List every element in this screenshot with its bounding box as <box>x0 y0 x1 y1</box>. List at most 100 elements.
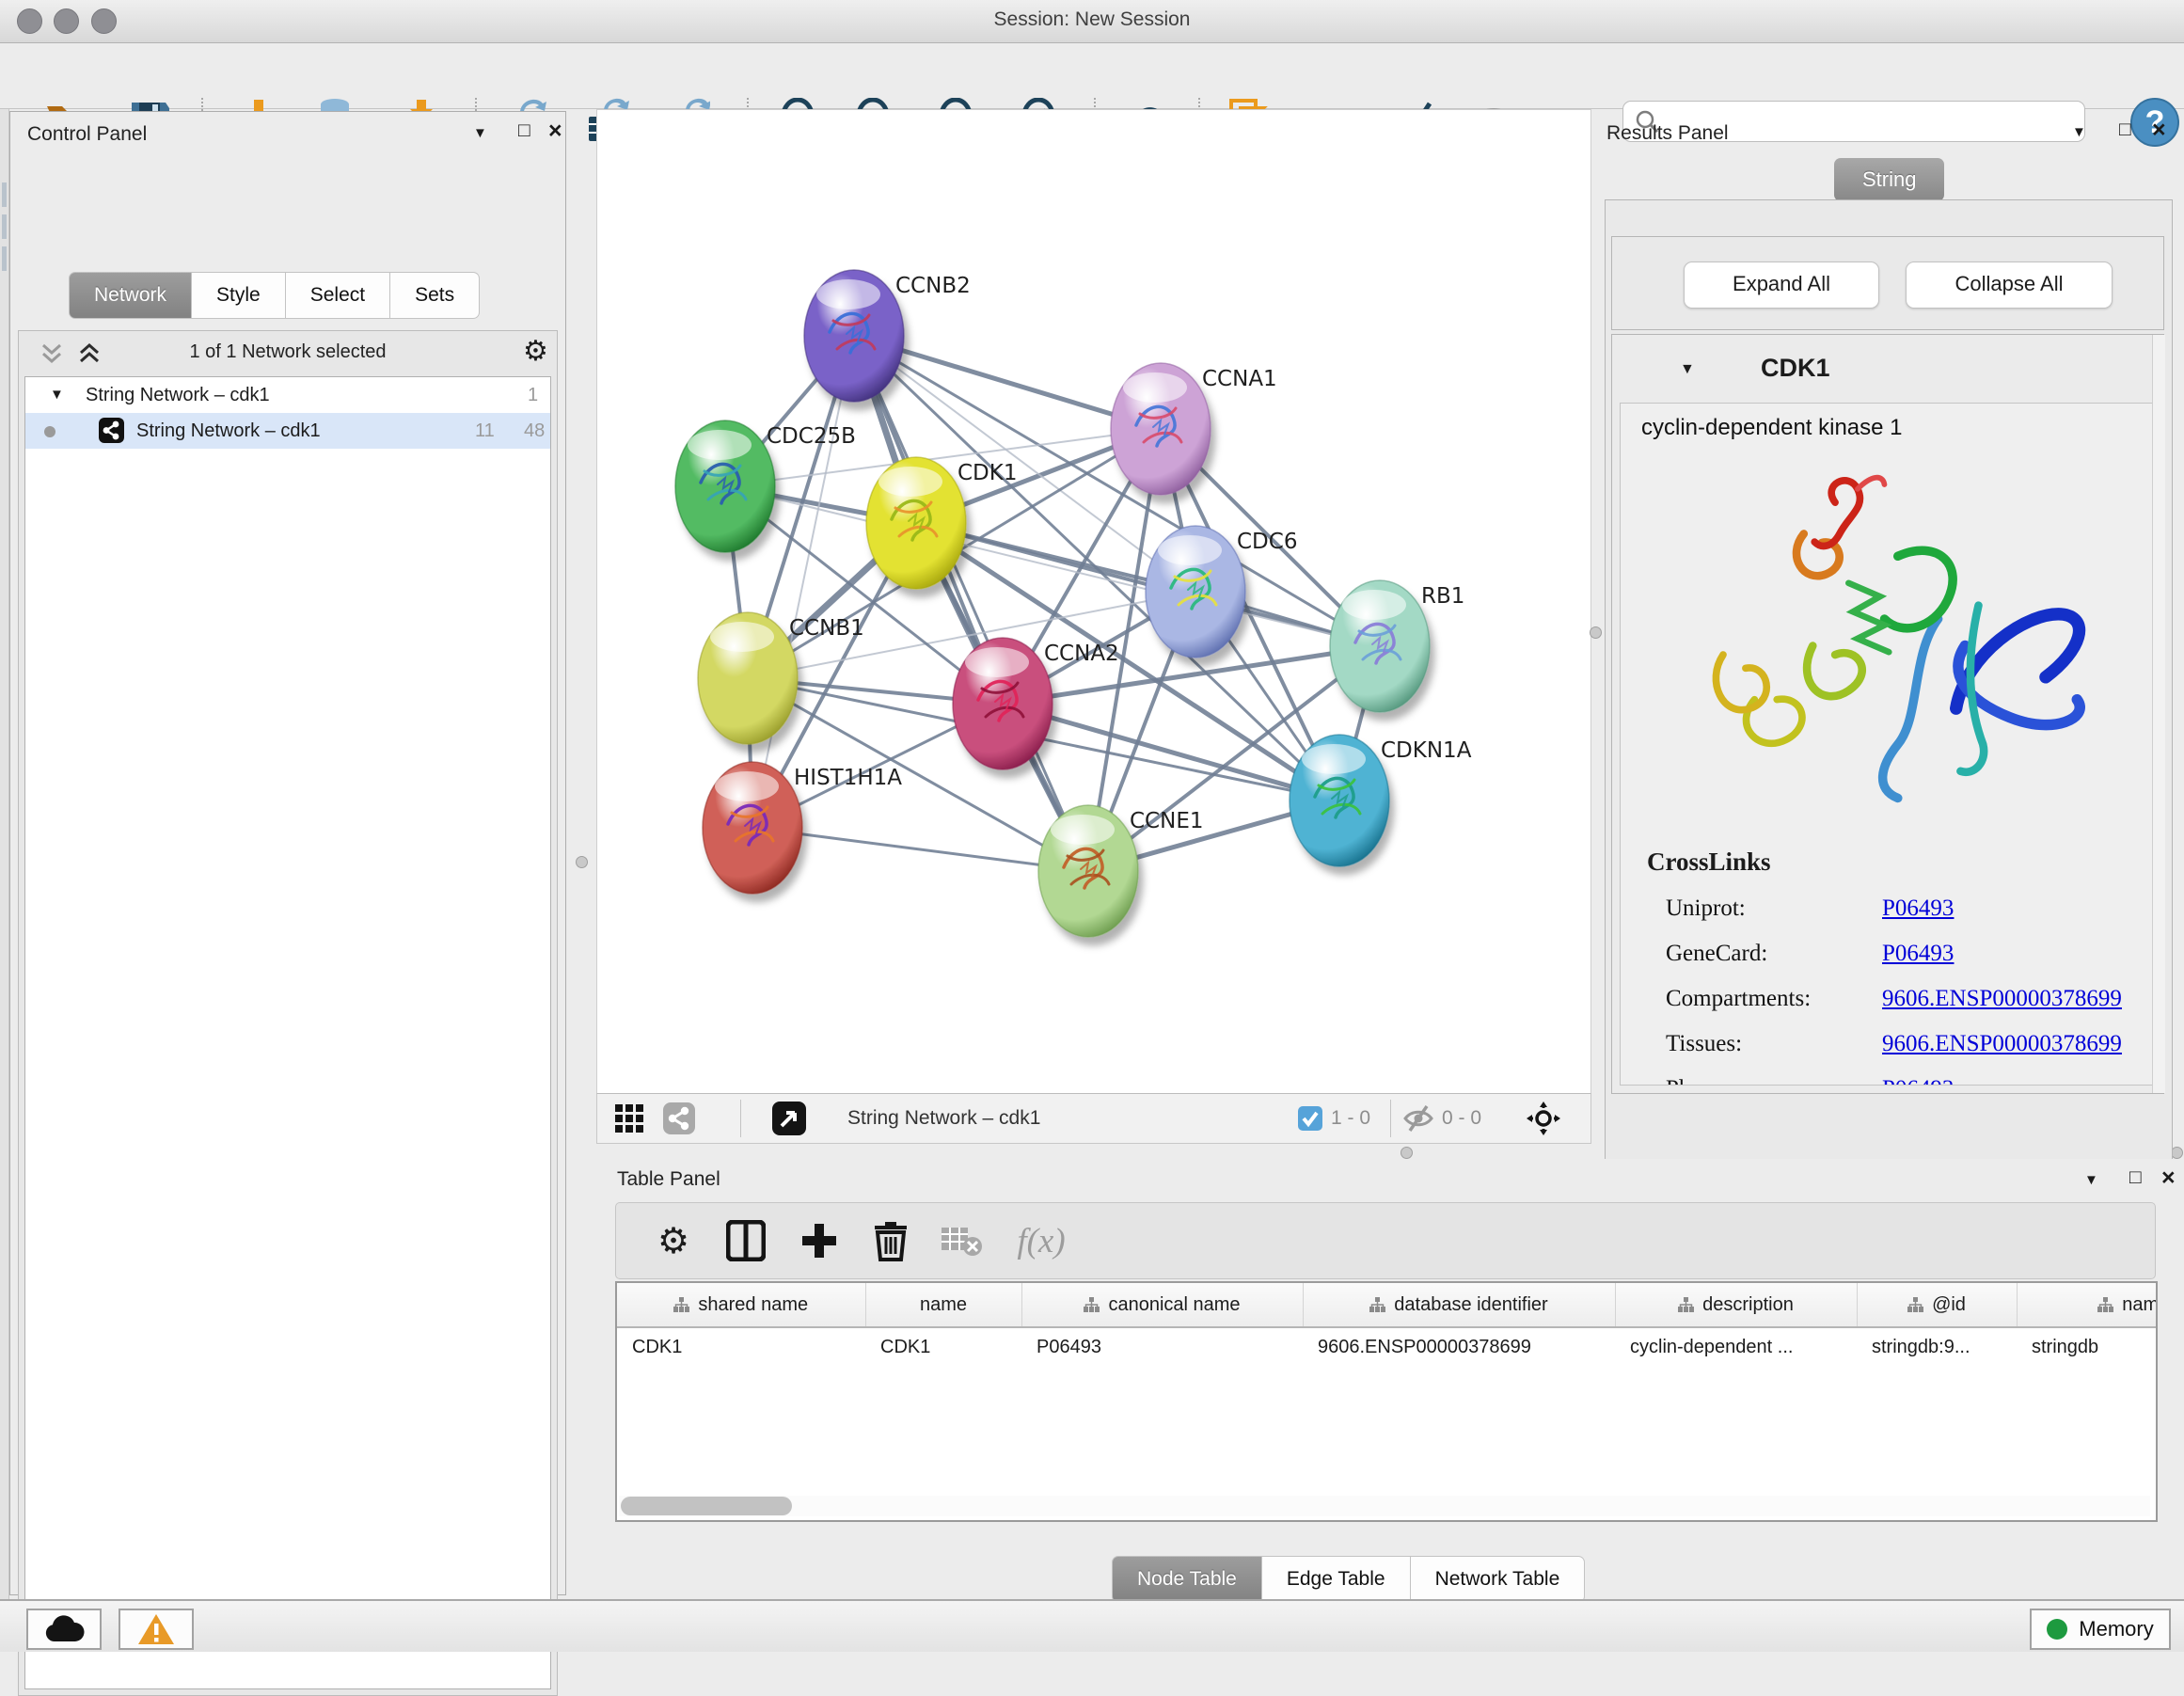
panel-menu-icon[interactable]: ▼ <box>2072 124 2086 140</box>
create-column-button[interactable] <box>791 1203 847 1278</box>
network-node-cdkn1a[interactable] <box>1290 735 1389 866</box>
network-node-hist1h1a[interactable] <box>703 762 802 894</box>
pan-tool-button[interactable] <box>1525 1094 1562 1143</box>
table-row[interactable]: CDK1CDK1P064939606.ENSP00000378699cyclin… <box>617 1327 2158 1366</box>
network-edge[interactable] <box>752 336 854 828</box>
tab-string[interactable]: String <box>1834 158 1944 201</box>
node-label-rb1: RB1 <box>1421 584 1464 609</box>
network-mode-button[interactable] <box>663 1094 695 1143</box>
table-cell[interactable]: CDK1 <box>865 1327 1021 1366</box>
panel-float-icon[interactable]: □ <box>2119 119 2131 141</box>
tab-network[interactable]: Network <box>69 272 192 319</box>
tab-style[interactable]: Style <box>192 272 286 319</box>
grid-mode-button[interactable] <box>614 1094 644 1143</box>
crosslink-label: Tissues: <box>1621 1031 1882 1057</box>
hidden-counts: 0 - 0 <box>1442 1107 1481 1130</box>
table-cell[interactable]: P06493 <box>1021 1327 1303 1366</box>
node-label-hist1h1a: HIST1H1A <box>794 766 902 790</box>
panel-menu-icon[interactable]: ▼ <box>2084 1172 2098 1188</box>
crosslink-link[interactable]: 9606.ENSP00000378699 <box>1882 1031 2122 1056</box>
table-cell[interactable]: stringdb <box>2017 1327 2158 1366</box>
warning-icon <box>137 1613 175 1645</box>
delete-table-button[interactable] <box>934 1203 990 1278</box>
gene-expander-icon[interactable]: ▼ <box>1680 361 1695 378</box>
network-node-ccne1[interactable] <box>1038 805 1138 937</box>
tree-expander-icon[interactable]: ▼ <box>50 377 64 413</box>
tab-edge-table[interactable]: Edge Table <box>1262 1556 1411 1603</box>
column-header-name[interactable]: name <box>865 1283 1021 1327</box>
panel-menu-icon[interactable]: ▼ <box>473 125 487 141</box>
panel-float-icon[interactable]: □ <box>2129 1166 2142 1189</box>
node-label-ccna2: CCNA2 <box>1044 642 1119 666</box>
node-label-cdkn1a: CDKN1A <box>1381 738 1472 763</box>
table-cell[interactable]: 9606.ENSP00000378699 <box>1303 1327 1615 1366</box>
crosslink-link[interactable]: 9606.ENSP00000378699 <box>1882 986 2122 1011</box>
node-label-ccna1: CCNA1 <box>1202 367 1277 391</box>
column-header-description[interactable]: description <box>1615 1283 1857 1327</box>
network-edge[interactable] <box>752 828 1088 871</box>
network-edge[interactable] <box>854 336 1088 871</box>
warnings-button[interactable] <box>119 1609 194 1650</box>
table-settings-button[interactable]: ⚙ <box>650 1203 697 1278</box>
gene-result-box: ▼ CDK1 cyclin-dependent kinase 1 <box>1611 334 2164 1094</box>
crosslink-link[interactable]: P06493 <box>1882 1076 1954 1086</box>
column-header-namespace[interactable]: namespace <box>2017 1283 2158 1327</box>
network-node-cdc25b[interactable] <box>675 420 775 552</box>
hidden-indicator: 0 - 0 <box>1402 1094 1481 1143</box>
left-splitter-handle[interactable] <box>576 856 588 868</box>
table-cell[interactable]: CDK1 <box>617 1327 865 1366</box>
function-builder-button[interactable]: f(x) <box>1004 1203 1079 1278</box>
network-node-ccna2[interactable] <box>953 638 1052 769</box>
panel-close-icon[interactable]: × <box>548 118 562 145</box>
crosslink-row: GeneCard:P06493 <box>1621 941 2153 967</box>
panel-float-icon[interactable]: □ <box>518 119 530 142</box>
network-row[interactable]: String Network – cdk1 11 48 <box>25 413 550 449</box>
results-panel-title: Results Panel <box>1606 122 1729 145</box>
column-header-shared-name[interactable]: shared name <box>617 1283 865 1327</box>
expand-collapse-box: Expand All Collapse All <box>1611 236 2164 330</box>
network-type-icon <box>99 418 124 443</box>
show-columns-button[interactable] <box>718 1203 774 1278</box>
expand-all-button[interactable]: Expand All <box>1684 262 1879 309</box>
column-header-database-identifier[interactable]: database identifier <box>1303 1283 1615 1327</box>
column-header-canonical-name[interactable]: canonical name <box>1021 1283 1303 1327</box>
attribute-table[interactable]: shared namenamecanonical namedatabase id… <box>617 1283 2158 1366</box>
gear-icon[interactable]: ⚙ <box>523 335 548 368</box>
network-node-rb1[interactable] <box>1330 580 1430 712</box>
node-label-cdc25b: CDC25B <box>767 424 856 449</box>
tab-sets[interactable]: Sets <box>390 272 480 319</box>
crosslink-label: Uniprot: <box>1621 896 1882 922</box>
crosslink-link[interactable]: P06493 <box>1882 896 1954 921</box>
crosslink-link[interactable]: P06493 <box>1882 941 1954 966</box>
memory-status-dot <box>2047 1619 2067 1640</box>
panel-close-icon[interactable]: × <box>2152 117 2166 144</box>
column-header--id[interactable]: @id <box>1857 1283 2017 1327</box>
node-label-ccne1: CCNE1 <box>1130 809 1204 833</box>
tab-network-table[interactable]: Network Table <box>1411 1556 1586 1603</box>
tab-node-table[interactable]: Node Table <box>1112 1556 1262 1603</box>
west-sidebar-strip <box>0 109 9 1599</box>
network-node-ccnb1[interactable] <box>698 612 798 744</box>
edge-layer <box>725 336 1380 871</box>
network-node-cdc6[interactable] <box>1146 526 1245 658</box>
birdseye-view-button[interactable] <box>772 1094 806 1143</box>
collapse-all-button[interactable]: Collapse All <box>1906 262 2113 309</box>
network-node-ccnb2[interactable] <box>804 270 904 402</box>
bottom-splitter-handle[interactable] <box>1401 1147 1413 1159</box>
window-title: Session: New Session <box>0 8 2184 31</box>
table-cell[interactable]: cyclin-dependent ... <box>1615 1327 1857 1366</box>
network-graph[interactable]: CCNB2CCNA1CDC25BCDK1CDC6RB1CCNB1CCNA2CDK… <box>602 122 1590 1091</box>
results-scrollbar[interactable] <box>2152 335 2165 1093</box>
network-node-ccna1[interactable] <box>1111 363 1211 495</box>
memory-button[interactable]: Memory <box>2030 1609 2171 1650</box>
table-cell[interactable]: stringdb:9... <box>1857 1327 2017 1366</box>
cloud-button[interactable] <box>26 1609 102 1650</box>
table-hscrollbar[interactable] <box>619 1496 2150 1516</box>
checkbox-icon[interactable] <box>1297 1105 1323 1132</box>
panel-close-icon[interactable]: × <box>2161 1165 2176 1192</box>
network-node-cdk1[interactable] <box>866 457 966 589</box>
delete-column-button[interactable] <box>863 1203 919 1278</box>
network-collection-row[interactable]: ▼ String Network – cdk1 1 <box>25 377 550 413</box>
tab-select[interactable]: Select <box>286 272 390 319</box>
scrollbar-thumb[interactable] <box>621 1497 792 1515</box>
